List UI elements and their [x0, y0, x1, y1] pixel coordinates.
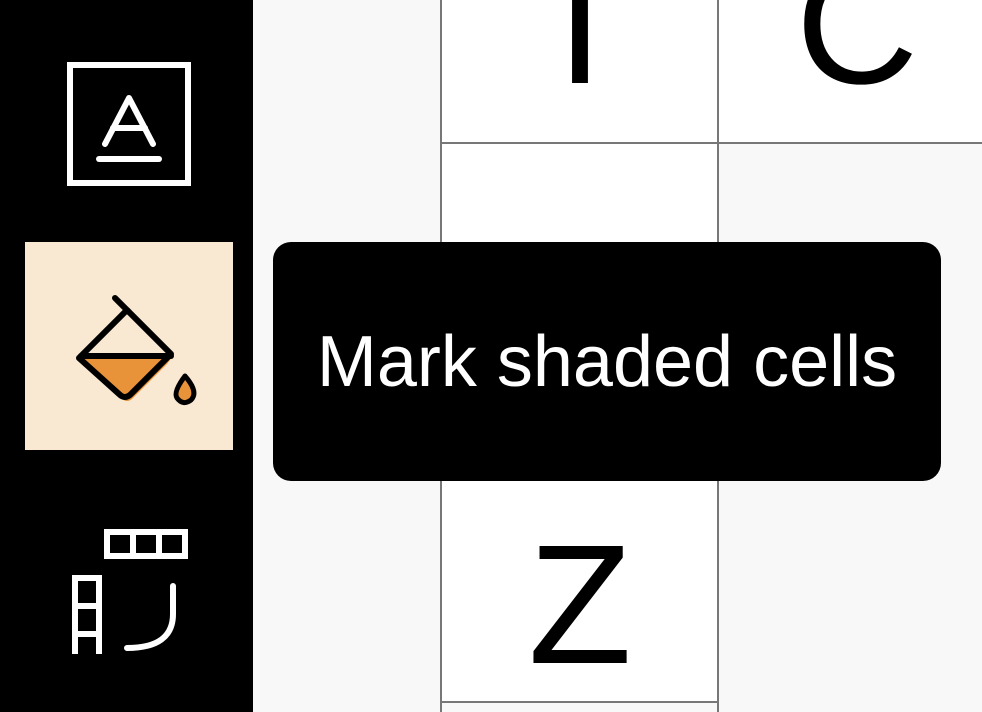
text-letter-icon — [67, 62, 191, 186]
grid-clue-icon — [72, 529, 188, 654]
tool-sidebar — [0, 0, 253, 712]
tooltip: Mark shaded cells — [273, 242, 941, 481]
paint-bucket-icon — [76, 295, 197, 406]
grid-line — [440, 701, 719, 703]
tooltip-text: Mark shaded cells — [316, 321, 898, 402]
cell-letter: Z — [528, 510, 632, 700]
cell-letter: C — [795, 0, 919, 120]
clue-entry-tool[interactable] — [25, 480, 233, 688]
cell-letter: I — [556, 0, 604, 120]
shade-cells-tool[interactable] — [25, 242, 233, 450]
grid-line — [440, 142, 982, 144]
text-mode-tool[interactable] — [25, 20, 233, 228]
